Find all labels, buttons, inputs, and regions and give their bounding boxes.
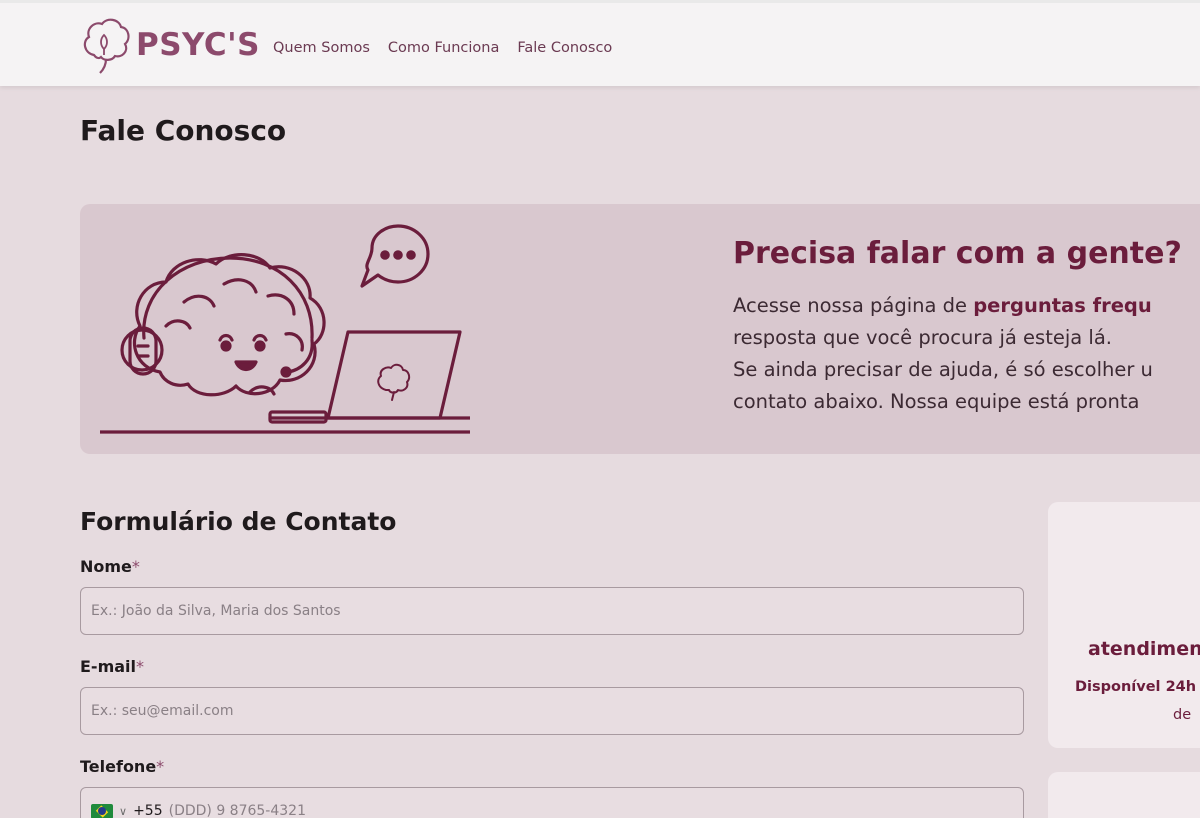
phone-label: Telefone* — [80, 757, 165, 776]
chevron-down-icon: ∨ — [119, 804, 128, 818]
nav-link-como-funciona[interactable]: Como Funciona — [388, 40, 499, 56]
brain-headset-laptop-illustration — [100, 224, 470, 434]
main-nav: Quem Somos Como Funciona Fale Conosco — [273, 40, 612, 56]
name-label: Nome* — [80, 557, 140, 576]
support-hours-card: atendimen Disponível 24h de — [1048, 502, 1200, 748]
support-card-title: atendimen — [1088, 638, 1200, 660]
country-code: +55 — [133, 803, 163, 818]
email-field-wrapper — [80, 687, 1024, 735]
hero-description: Acesse nossa página de perguntas frequ r… — [733, 290, 1200, 418]
page-title: Fale Conosco — [80, 114, 287, 147]
required-mark: * — [156, 757, 165, 776]
email-input[interactable] — [91, 703, 1013, 719]
hero-title: Precisa falar com a gente? — [733, 236, 1182, 271]
support-availability: Disponível 24h — [1075, 679, 1197, 695]
phone-input[interactable]: (DDD) 9 8765-4321 — [169, 803, 306, 818]
brand-logo[interactable]: PSYC'S — [80, 15, 260, 75]
navbar: PSYC'S Quem Somos Como Funciona Fale Con… — [0, 0, 1200, 86]
brazil-flag-icon — [91, 803, 113, 818]
nav-link-quem-somos[interactable]: Quem Somos — [273, 40, 370, 56]
phone-field-wrapper: ∨ +55 (DDD) 9 8765-4321 — [80, 787, 1024, 818]
hero-line3: Se ainda precisar de ajuda, é só escolhe… — [733, 358, 1153, 381]
brain-logo-icon — [83, 18, 130, 74]
name-field-wrapper — [80, 587, 1024, 635]
hero-line1-prefix: Acesse nossa página de — [733, 294, 974, 317]
hero-line4: contato abaixo. Nossa equipe está pronta — [733, 390, 1140, 413]
faq-link[interactable]: perguntas frequ — [973, 294, 1152, 317]
country-selector[interactable]: ∨ +55 (DDD) 9 8765-4321 — [91, 803, 306, 818]
support-detail: de — [1173, 707, 1192, 723]
required-mark: * — [131, 557, 140, 576]
hero-banner: Precisa falar com a gente? Acesse nossa … — [80, 204, 1200, 454]
required-mark: * — [136, 657, 145, 676]
email-label: E-mail* — [80, 657, 145, 676]
secondary-card — [1048, 772, 1200, 818]
hero-line2: resposta que você procura já esteja lá. — [733, 326, 1112, 349]
name-input[interactable] — [91, 603, 1013, 619]
nav-link-fale-conosco[interactable]: Fale Conosco — [517, 40, 612, 56]
brand-name: PSYC'S — [136, 27, 260, 63]
contact-form-title: Formulário de Contato — [80, 507, 397, 536]
